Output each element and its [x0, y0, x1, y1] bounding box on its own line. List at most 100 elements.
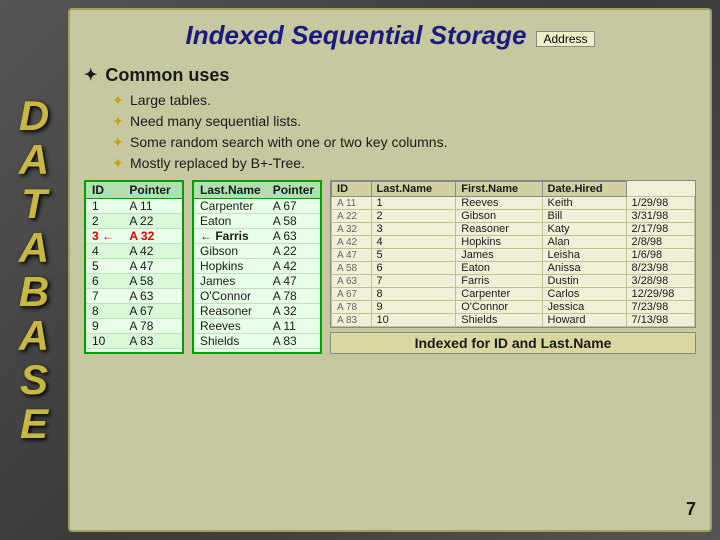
table-row: 7A 63	[86, 289, 182, 304]
data-table-body: A 11 1 Reeves Keith 1/29/98 A 22 2 Gibso…	[332, 197, 695, 327]
seq-ptr: A 63	[267, 229, 320, 244]
dt-first: Leisha	[542, 249, 626, 262]
table-row: ← FarrisA 63	[194, 229, 320, 244]
seq-ptr: A 32	[267, 304, 320, 319]
dt-last: Reasoner	[456, 223, 542, 236]
table-row: ReevesA 11	[194, 319, 320, 334]
dt-date: 1/6/98	[626, 249, 694, 262]
seq-name: O'Connor	[194, 289, 267, 304]
table-row: ShieldsA 83	[194, 334, 320, 349]
dt-last: O'Connor	[456, 301, 542, 314]
seq-ptr: A 42	[267, 259, 320, 274]
seq-name: Reeves	[194, 319, 267, 334]
idx-ptr: A 83	[123, 334, 182, 349]
table-row: 3 ←A 32	[86, 229, 182, 244]
dt-first: Jessica	[542, 301, 626, 314]
dt-first: Dustin	[542, 275, 626, 288]
db-letter-t: T	[21, 182, 47, 226]
seq-ptr: A 67	[267, 199, 320, 214]
common-uses-section: ✦ Common uses	[84, 65, 696, 86]
dt-last: Carpenter	[456, 288, 542, 301]
dt-first: Keith	[542, 197, 626, 210]
dt-col-firstname: First.Name	[456, 182, 542, 197]
bullet-star-3: ✦	[112, 132, 126, 153]
dt-first: Bill	[542, 210, 626, 223]
dt-col-date: Date.Hired	[542, 182, 626, 197]
table-row: A 78 9 O'Connor Jessica 7/23/98	[332, 301, 695, 314]
dt-first: Anissa	[542, 262, 626, 275]
seq-name: Gibson	[194, 244, 267, 259]
dt-date: 12/29/98	[626, 288, 694, 301]
db-letter-a1: A	[19, 138, 49, 182]
data-table: ID Last.Name First.Name Date.Hired A 11 …	[330, 180, 696, 328]
db-letter-e: E	[20, 402, 48, 446]
address-label: Address	[536, 31, 594, 47]
bullet-star-4: ✦	[112, 153, 126, 174]
seq-name: Carpenter	[194, 199, 267, 214]
table-row: A 22 2 Gibson Bill 3/31/98	[332, 210, 695, 223]
page-number: 7	[686, 499, 696, 520]
sidebar-database-letters: D A T A B A S E	[0, 0, 68, 540]
table-row: ReasonerA 32	[194, 304, 320, 319]
idx-ptr: A 63	[123, 289, 182, 304]
bullet-star-1: ✦	[112, 90, 126, 111]
table-row: 10A 83	[86, 334, 182, 349]
dt-id: 6	[371, 262, 456, 275]
index-table-body: 1A 11 2A 22 3 ←A 32 4A 42 5A 47 6A 58 7A…	[86, 199, 182, 349]
dt-last: James	[456, 249, 542, 262]
table-row: A 67 8 Carpenter Carlos 12/29/98	[332, 288, 695, 301]
index-table: ID Pointer 1A 11 2A 22 3 ←A 32 4A 42 5A …	[84, 180, 184, 354]
dt-date: 2/8/98	[626, 236, 694, 249]
seq-name: Reasoner	[194, 304, 267, 319]
seq-ptr: A 78	[267, 289, 320, 304]
idx-id: 6	[86, 274, 123, 289]
table-row: 9A 78	[86, 319, 182, 334]
dt-id: 2	[371, 210, 456, 223]
common-uses-header: Common uses	[105, 65, 229, 86]
dt-first: Carlos	[542, 288, 626, 301]
dt-addr: A 83	[332, 314, 371, 327]
idx-ptr: A 78	[123, 319, 182, 334]
seq-ptr: A 83	[267, 334, 320, 349]
table-row: 1A 11	[86, 199, 182, 214]
dt-addr: A 47	[332, 249, 371, 262]
table-row: GibsonA 22	[194, 244, 320, 259]
idx-ptr: A 58	[123, 274, 182, 289]
dt-date: 8/23/98	[626, 262, 694, 275]
dt-id: 10	[371, 314, 456, 327]
idx-id: 8	[86, 304, 123, 319]
idx-id: 1	[86, 199, 123, 214]
seq-name: Hopkins	[194, 259, 267, 274]
table-row: HopkinsA 42	[194, 259, 320, 274]
seq-table-body: CarpenterA 67 EatonA 58 ← FarrisA 63 Gib…	[194, 199, 320, 349]
idx-id: 9	[86, 319, 123, 334]
table-row: JamesA 47	[194, 274, 320, 289]
table-row: 6A 58	[86, 274, 182, 289]
table-row: 4A 42	[86, 244, 182, 259]
table-row: 2A 22	[86, 214, 182, 229]
dt-date: 3/31/98	[626, 210, 694, 223]
dt-date: 7/23/98	[626, 301, 694, 314]
seq-col-lastname: Last.Name	[194, 182, 267, 199]
bullet-list: ✦ Large tables. ✦ Need many sequential l…	[112, 90, 696, 174]
seq-name: Eaton	[194, 214, 267, 229]
dt-id: 3	[371, 223, 456, 236]
idx-id: 10	[86, 334, 123, 349]
bullet-star-2: ✦	[112, 111, 126, 132]
db-letter-a2: A	[19, 226, 49, 270]
dt-addr: A 11	[332, 197, 371, 210]
dt-date: 3/28/98	[626, 275, 694, 288]
idx-id: 4	[86, 244, 123, 259]
bullet-4: ✦ Mostly replaced by B+-Tree.	[112, 153, 696, 174]
idx-ptr: A 42	[123, 244, 182, 259]
dt-addr: A 42	[332, 236, 371, 249]
dt-addr: A 58	[332, 262, 371, 275]
seq-ptr: A 11	[267, 319, 320, 334]
table-row: A 42 4 Hopkins Alan 2/8/98	[332, 236, 695, 249]
dt-addr: A 32	[332, 223, 371, 236]
dt-id: 5	[371, 249, 456, 262]
idx-ptr: A 11	[123, 199, 182, 214]
dt-date: 2/17/98	[626, 223, 694, 236]
dt-id: 1	[371, 197, 456, 210]
data-table-container: ID Last.Name First.Name Date.Hired A 11 …	[330, 180, 696, 354]
